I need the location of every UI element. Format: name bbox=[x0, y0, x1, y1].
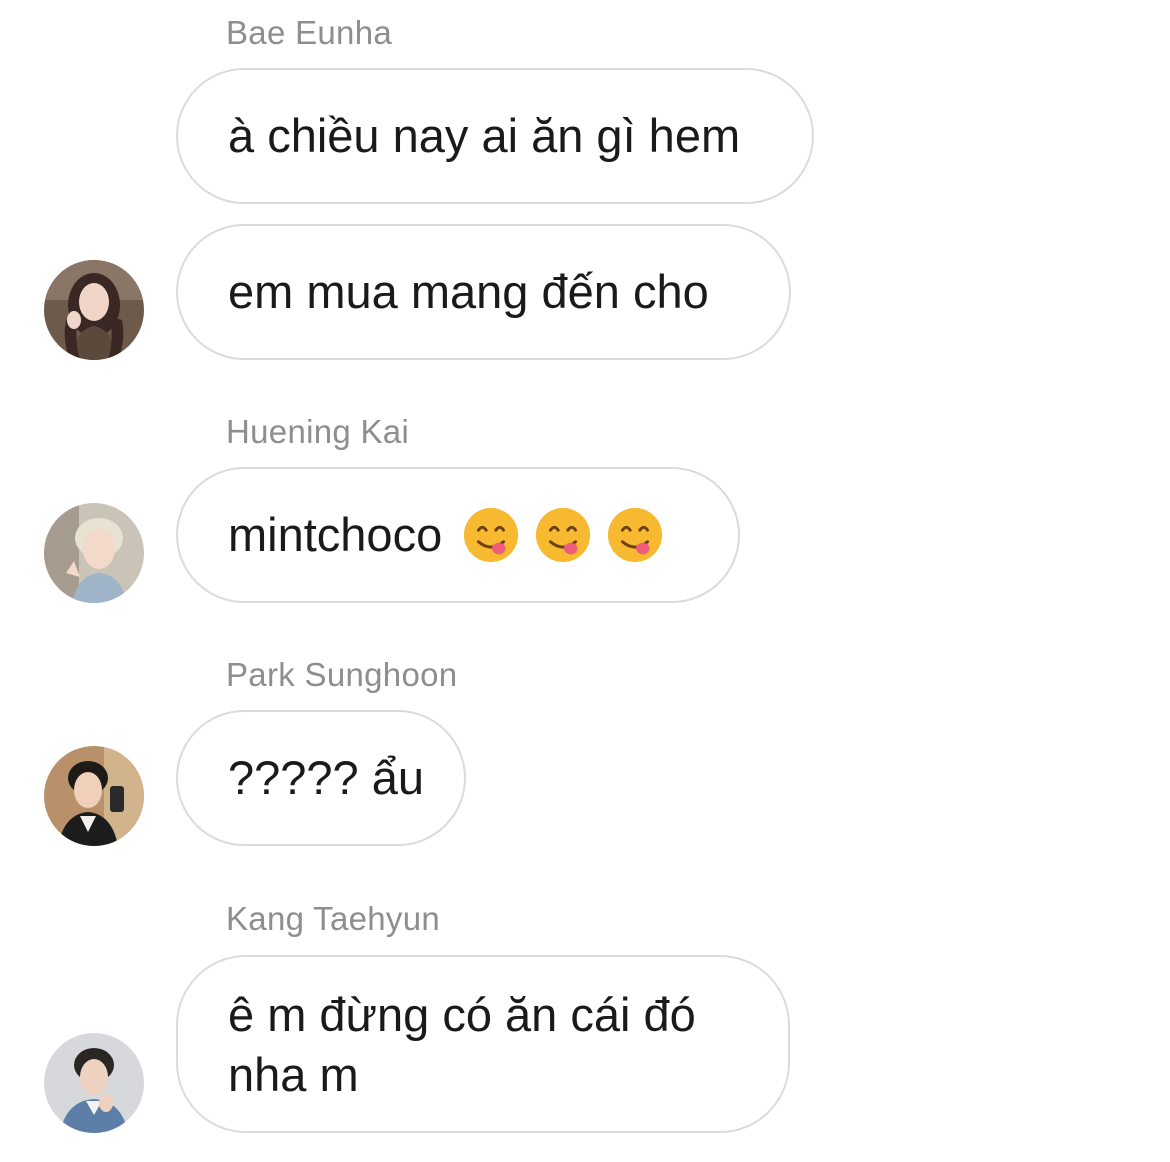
sender-name: Park Sunghoon bbox=[226, 656, 458, 693]
sender-name: Kang Taehyun bbox=[226, 900, 441, 937]
message-bubble[interactable]: mintchoco bbox=[176, 467, 740, 603]
message-text: à chiều nay ai ăn gì hem bbox=[228, 109, 741, 162]
message-bubble[interactable]: ????? ẩu bbox=[176, 710, 466, 846]
avatar[interactable] bbox=[44, 746, 144, 846]
message-bubble[interactable]: ê m đừng có ăn cái đó nha m bbox=[176, 955, 790, 1133]
message-bubble[interactable]: à chiều nay ai ăn gì hem bbox=[176, 68, 814, 204]
avatar[interactable] bbox=[44, 503, 144, 603]
yum-face-emoji-icon bbox=[608, 507, 663, 563]
message-text: em mua mang đến cho bbox=[228, 265, 709, 318]
emoji-row bbox=[462, 506, 664, 564]
message-text: mintchoco bbox=[228, 508, 443, 561]
message-text: ????? ẩu bbox=[228, 751, 425, 804]
yum-face-emoji-icon bbox=[464, 507, 519, 563]
sender-name: Huening Kai bbox=[226, 413, 410, 450]
yum-face-emoji-icon bbox=[536, 507, 591, 563]
avatar[interactable] bbox=[44, 260, 144, 360]
message-bubble[interactable]: em mua mang đến cho bbox=[176, 224, 791, 360]
avatar[interactable] bbox=[44, 1033, 144, 1133]
message-text: ê m đừng có ăn cái đó nha m bbox=[228, 988, 696, 1101]
sender-name: Bae Eunha bbox=[226, 14, 393, 51]
